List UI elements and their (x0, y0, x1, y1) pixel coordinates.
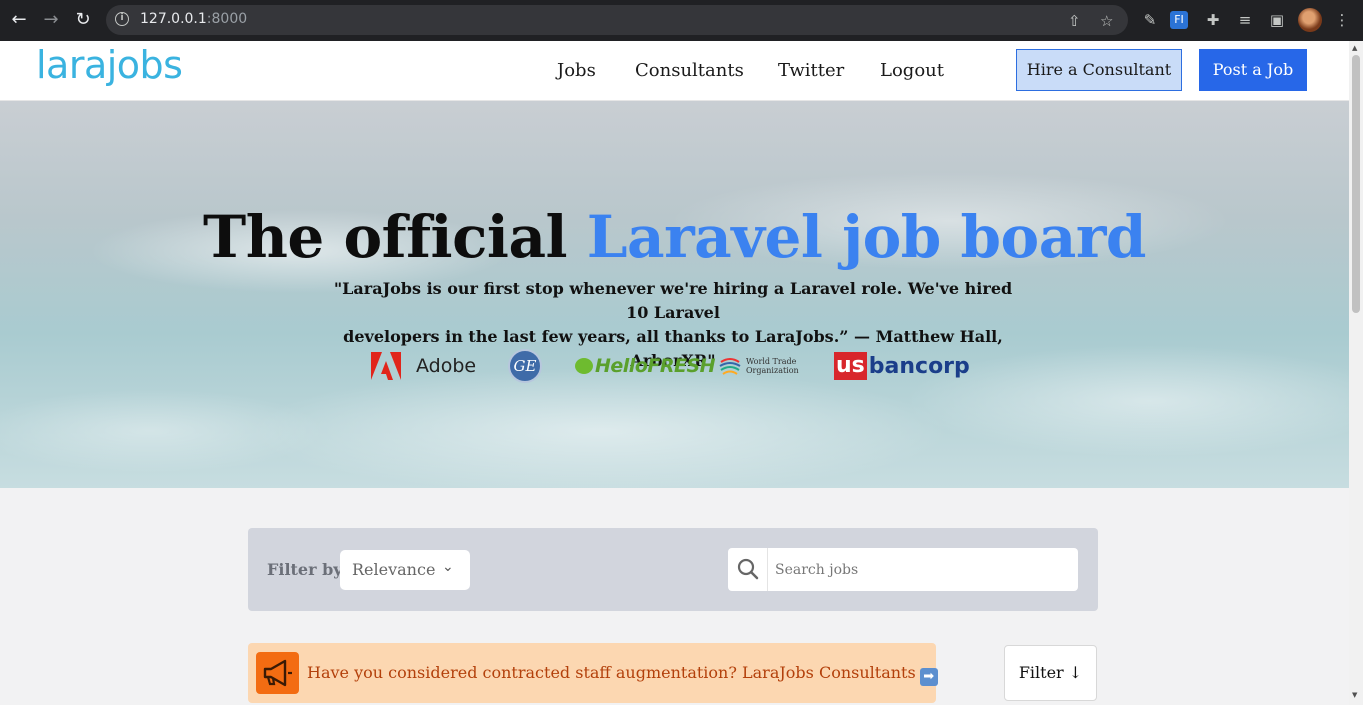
search-icon (728, 548, 768, 591)
site-info-icon[interactable]: i (115, 12, 129, 26)
side-panel-icon[interactable]: ▣ (1266, 9, 1288, 31)
url-text[interactable]: 127.0.0.1:8000 (140, 11, 247, 27)
promo-text[interactable]: Have you considered contracted staff aug… (307, 663, 938, 686)
chevron-down-icon: ⌄ (442, 559, 454, 575)
filter-toggle-button[interactable]: Filter ↓ (1004, 645, 1097, 701)
ge-logo: GE (508, 349, 542, 383)
hero-section: The official Laravel job board "LaraJobs… (0, 101, 1349, 488)
nav-twitter[interactable]: Twitter (778, 60, 844, 81)
scroll-thumb[interactable] (1352, 55, 1360, 313)
bookmark-star-icon[interactable]: ☆ (1100, 12, 1113, 30)
scroll-up-arrow-icon[interactable]: ▲ (1352, 44, 1357, 52)
filter-bar: Filter by Relevance ⌄ (248, 528, 1098, 611)
post-job-button[interactable]: Post a Job (1199, 49, 1307, 91)
forward-icon[interactable]: → (39, 8, 63, 32)
media-control-icon[interactable]: ≡ (1234, 9, 1256, 31)
filter-by-label: Filter by (267, 560, 343, 579)
usbancorp-logo: us bancorp (834, 352, 970, 380)
arrow-right-icon: ➡ (919, 668, 938, 686)
hellofresh-logo: HelloFRESH (575, 349, 716, 383)
reload-icon[interactable]: ↻ (71, 8, 95, 32)
sort-selected-value: Relevance (352, 560, 436, 579)
wto-globe-icon (719, 358, 741, 375)
site-header: larajobs Jobs Consultants Twitter Logout… (0, 41, 1349, 101)
sort-select[interactable]: Relevance ⌄ (340, 550, 470, 590)
scroll-down-arrow-icon[interactable]: ▼ (1352, 691, 1357, 699)
browser-toolbar: ← → ↻ i 127.0.0.1:8000 ⇧ ☆ ✎ FI ✚ ≡ ▣ ⋮ (0, 0, 1363, 41)
nav-logout[interactable]: Logout (880, 60, 944, 81)
eyedropper-extension-icon[interactable]: ✎ (1139, 9, 1161, 31)
back-icon[interactable]: ← (7, 8, 31, 32)
nav-jobs[interactable]: Jobs (557, 60, 596, 81)
hero-title: The official Laravel job board (203, 203, 1146, 271)
consultants-promo-banner[interactable]: Have you considered contracted staff aug… (248, 643, 938, 703)
hellofresh-lime-icon (575, 358, 593, 374)
adobe-icon (371, 352, 401, 380)
hire-consultant-button[interactable]: Hire a Consultant (1016, 49, 1182, 91)
megaphone-icon (256, 652, 299, 694)
share-icon[interactable]: ⇧ (1068, 12, 1081, 30)
more-menu-icon[interactable]: ⋮ (1331, 9, 1353, 31)
adobe-logo: Adobe (371, 349, 476, 383)
extensions-puzzle-icon[interactable]: ✚ (1202, 9, 1224, 31)
larajobs-logo[interactable]: larajobs (36, 43, 183, 87)
search-box[interactable] (728, 548, 1078, 591)
wto-logo: World Trade Organization (718, 349, 799, 383)
nav-consultants[interactable]: Consultants (635, 60, 744, 81)
profile-avatar[interactable] (1298, 8, 1322, 32)
search-input[interactable] (768, 548, 1078, 591)
address-bar[interactable]: i 127.0.0.1:8000 ⇧ ☆ (106, 5, 1128, 35)
fi-extension-icon[interactable]: FI (1170, 11, 1188, 29)
page-scrollbar[interactable]: ▲ ▼ (1349, 41, 1363, 705)
